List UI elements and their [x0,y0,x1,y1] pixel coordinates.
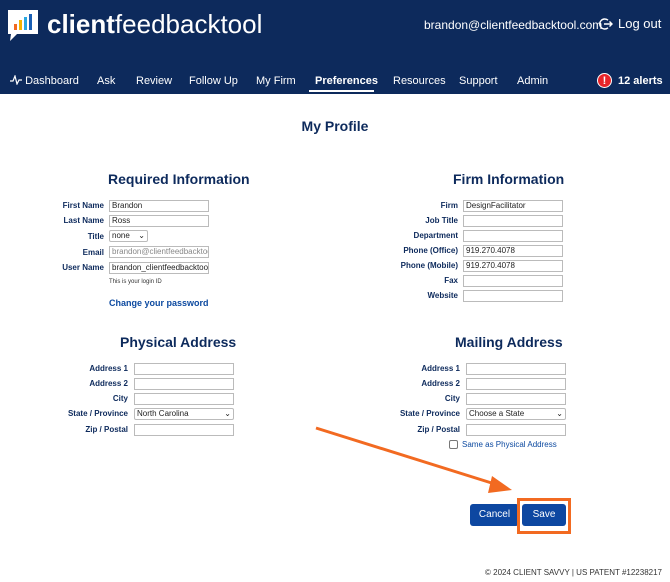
save-highlight-box [517,498,571,534]
footer-text: © 2024 CLIENT SAVVY | US PATENT #1223821… [485,568,662,577]
annotation-arrow-icon [315,426,512,493]
cancel-button[interactable]: Cancel [470,504,519,526]
